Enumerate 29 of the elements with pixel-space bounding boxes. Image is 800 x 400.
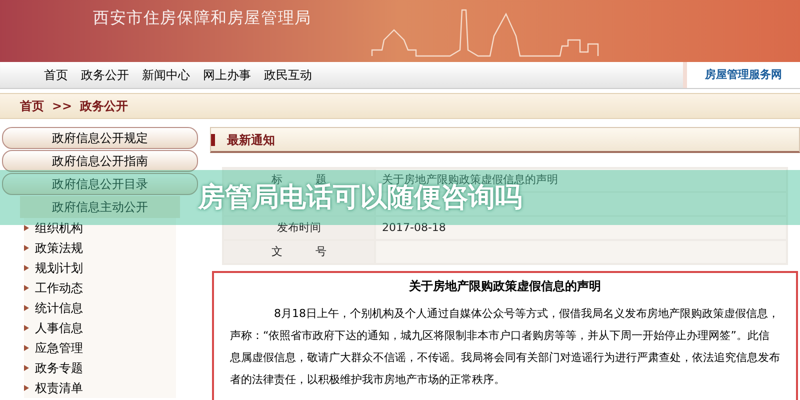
header-marker-icon [211,134,215,146]
nav-link[interactable]: 政务公开 [81,66,129,84]
bullet-icon [24,325,29,331]
bullet-icon [24,245,29,251]
bullet-icon [24,265,29,271]
table-cell: 文 号 [224,241,374,263]
service-site-link[interactable]: 房屋管理服务网 [683,62,800,88]
sidebar-button[interactable]: 政府信息公开指南 [2,150,198,172]
bullet-icon [24,305,29,311]
article-body: 8月18日上午，个别机构及个人通过自媒体公众号等方式，假借我局名义发布房地产限购政策虚假信息，声称：“依照省市政府下达的通知，城九区将限制非本市户口者购房等等，并从下周一开始停止办理网签”。此信息属虚假信息，敬请广大群众不信谣，不传谣。我局将会同有关部门对造谣行为进行严肃查处，依法追究信息发布者的法律责任，以积极维护我市房地产市场的正常秩序。 [230,306,780,388]
sidebar-heading: 政府信息主动公开 [20,196,180,218]
article-title: 关于房地产限购政策虚假信息的声明 [408,278,602,295]
nav-link[interactable]: 首页 [44,66,68,84]
nav-link[interactable]: 政民互动 [264,66,312,84]
sidebar-button[interactable]: 政府信息公开规定 [2,127,198,149]
bullet-icon [24,285,29,291]
bullet-icon [24,345,29,351]
site-subtitle: 西安市住房保障和房屋管理局 [93,7,312,29]
breadcrumb-separator: >> [52,98,72,115]
table-cell: 2017-08-18 [376,217,786,239]
sidebar-button[interactable]: 政府信息公开目录 [2,173,198,195]
section-title: 最新通知 [227,132,275,148]
breadcrumb-link[interactable]: 政务公开 [80,97,128,115]
breadcrumb-link[interactable]: 首页 [20,97,44,115]
nav-link[interactable]: 新闻中心 [142,66,190,84]
nav-link[interactable]: 网上办事 [203,66,251,84]
bullet-icon [24,225,29,231]
bullet-icon [24,365,29,371]
bullet-icon [24,385,29,391]
